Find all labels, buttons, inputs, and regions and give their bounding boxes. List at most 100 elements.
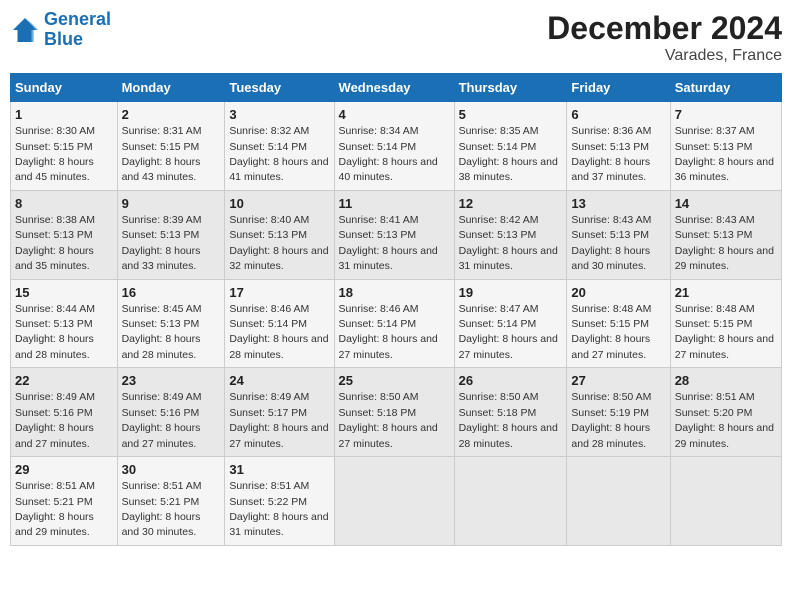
daylight-text: Daylight: 8 hours and 33 minutes. [122,245,201,272]
sunset-text: Sunset: 5:13 PM [229,229,307,241]
day-number: 22 [15,372,113,390]
logo-icon [10,15,40,45]
day-number: 7 [675,106,777,124]
table-row: 31Sunrise: 8:51 AMSunset: 5:22 PMDayligh… [225,457,334,546]
table-row: 27Sunrise: 8:50 AMSunset: 5:19 PMDayligh… [567,368,670,457]
daylight-text: Daylight: 8 hours and 32 minutes. [229,245,328,272]
calendar-table: Sunday Monday Tuesday Wednesday Thursday… [10,73,782,546]
table-row: 26Sunrise: 8:50 AMSunset: 5:18 PMDayligh… [454,368,567,457]
col-sunday: Sunday [11,74,118,102]
day-number: 24 [229,372,329,390]
sunset-text: Sunset: 5:16 PM [15,407,93,419]
day-number: 25 [339,372,450,390]
day-number: 6 [571,106,665,124]
page-subtitle: Varades, France [547,47,782,65]
sunrise-text: Sunrise: 8:36 AM [571,125,651,137]
day-number: 20 [571,284,665,302]
table-row: 11Sunrise: 8:41 AMSunset: 5:13 PMDayligh… [334,190,454,279]
day-number: 17 [229,284,329,302]
day-number: 31 [229,461,329,479]
table-row: 22Sunrise: 8:49 AM Sunset: 5:16 PM Dayligh… [11,368,118,457]
sunrise-text: Sunrise: 8:44 AM [15,303,95,315]
page-title: December 2024 [547,10,782,47]
logo: General Blue [10,10,111,50]
day-number: 14 [675,195,777,213]
day-number: 18 [339,284,450,302]
daylight-text: Daylight: 8 hours and 36 minutes. [675,156,774,183]
day-number: 29 [15,461,113,479]
daylight-text: Daylight: 8 hours and 35 minutes. [15,245,94,272]
day-number: 16 [122,284,221,302]
calendar-week-row: 1Sunrise: 8:30 AMSunset: 5:15 PMDaylight… [11,102,782,191]
sunrise-text: Sunrise: 8:49 AM [15,391,95,403]
calendar-week-row: 22Sunrise: 8:49 AMSunset: 5:16 PMDayligh… [11,368,782,457]
table-row: 16Sunrise: 8:45 AM Sunset: 5:13 PM Dayligh… [117,279,225,368]
col-tuesday: Tuesday [225,74,334,102]
sunset-text: Sunset: 5:17 PM [229,407,307,419]
sunrise-text: Sunrise: 8:50 AM [571,391,651,403]
sunrise-text: Sunrise: 8:50 AM [459,391,539,403]
day-number: 30 [122,461,221,479]
daylight-text: Daylight: 8 hours and 27 minutes. [459,333,558,360]
daylight-text: Daylight: 8 hours and 28 minutes. [571,422,650,449]
sunset-text: Sunset: 5:13 PM [675,229,753,241]
table-row: 15Sunrise: 8:44 AMSunset: 5:13 PMDayligh… [11,279,118,368]
table-row: 28Sunrise: 8:51 AMSunset: 5:20 PMDayligh… [670,368,781,457]
sunrise-text: Sunrise: 8:48 AM [675,303,755,315]
table-row: 20Sunrise: 8:48 AMSunset: 5:15 PMDayligh… [567,279,670,368]
sunrise-text: Sunrise: 8:32 AM [229,125,309,137]
table-row: 19Sunrise: 8:47 AMSunset: 5:14 PMDayligh… [454,279,567,368]
sunset-text: Sunset: 5:14 PM [339,141,417,153]
table-row [670,457,781,546]
col-wednesday: Wednesday [334,74,454,102]
day-number: 15 [15,284,113,302]
title-area: December 2024 Varades, France [547,10,782,65]
col-saturday: Saturday [670,74,781,102]
day-number: 28 [675,372,777,390]
table-row: 3Sunrise: 8:32 AMSunset: 5:14 PMDaylight… [225,102,334,191]
calendar-week-row: 8Sunrise: 8:38 AMSunset: 5:13 PMDaylight… [11,190,782,279]
table-row [334,457,454,546]
sunrise-text: Sunrise: 8:51 AM [15,480,95,492]
daylight-text: Daylight: 8 hours and 28 minutes. [459,422,558,449]
day-number: 12 [459,195,563,213]
table-row: 9Sunrise: 8:39 AMSunset: 5:13 PMDaylight… [117,190,225,279]
calendar-week-row: 15Sunrise: 8:44 AM Sunset: 5:13 PM Dayligh… [11,279,782,368]
daylight-text: Daylight: 8 hours and 40 minutes. [339,156,438,183]
sunrise-text: Sunrise: 8:42 AM [459,214,539,226]
daylight-text: Daylight: 8 hours and 31 minutes. [339,245,438,272]
daylight-text: Daylight: 8 hours and 28 minutes. [122,333,201,360]
sunrise-text: Sunrise: 8:37 AM [675,125,755,137]
day-number: 21 [675,284,777,302]
daylight-text: Daylight: 8 hours and 27 minutes. [571,333,650,360]
daylight-text: Daylight: 8 hours and 27 minutes. [15,422,94,449]
sunrise-text: Sunrise: 8:45 AM [122,303,202,315]
daylight-text: Daylight: 8 hours and 27 minutes. [339,422,438,449]
table-row: 30Sunrise: 8:51 AMSunset: 5:21 PMDayligh… [117,457,225,546]
table-row: 13Sunrise: 8:43 AMSunset: 5:13 PMDayligh… [567,190,670,279]
day-number: 13 [571,195,665,213]
sunrise-text: Sunrise: 8:49 AM [122,391,202,403]
sunset-text: Sunset: 5:13 PM [339,229,417,241]
daylight-text: Daylight: 8 hours and 30 minutes. [122,511,201,538]
sunrise-text: Sunrise: 8:38 AM [15,214,95,226]
sunrise-text: Sunrise: 8:49 AM [229,391,309,403]
sunset-text: Sunset: 5:13 PM [122,318,200,330]
table-row: 18Sunrise: 8:46 AMSunset: 5:14 PMDayligh… [334,279,454,368]
sunrise-text: Sunrise: 8:43 AM [571,214,651,226]
day-number: 3 [229,106,329,124]
sunrise-text: Sunrise: 8:46 AM [229,303,309,315]
sunrise-text: Sunrise: 8:51 AM [675,391,755,403]
sunset-text: Sunset: 5:15 PM [675,318,753,330]
col-friday: Friday [567,74,670,102]
table-row: 4Sunrise: 8:34 AMSunset: 5:14 PMDaylight… [334,102,454,191]
sunset-text: Sunset: 5:13 PM [122,229,200,241]
table-row: 7Sunrise: 8:37 AMSunset: 5:13 PMDaylight… [670,102,781,191]
sunset-text: Sunset: 5:14 PM [459,141,537,153]
sunset-text: Sunset: 5:14 PM [459,318,537,330]
sunset-text: Sunset: 5:21 PM [122,496,200,508]
daylight-text: Daylight: 8 hours and 29 minutes. [675,245,774,272]
table-row: 6Sunrise: 8:36 AMSunset: 5:13 PMDaylight… [567,102,670,191]
logo-general: General [44,9,111,29]
sunset-text: Sunset: 5:20 PM [675,407,753,419]
